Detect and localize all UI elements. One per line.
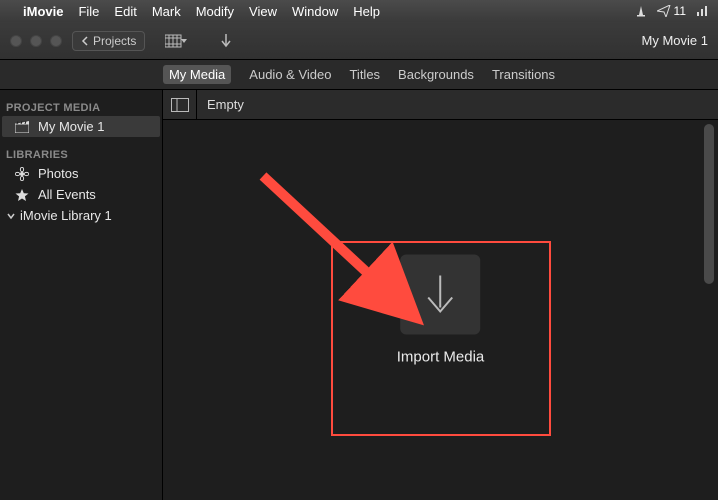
sidebar-item-imovie-library[interactable]: iMovie Library 1 xyxy=(0,205,162,226)
sidebar-item-my-movie[interactable]: My Movie 1 xyxy=(2,116,160,137)
section-project-media: PROJECT MEDIA xyxy=(0,98,162,116)
filmstrip-settings-icon[interactable] xyxy=(165,33,189,49)
window-traffic-lights[interactable] xyxy=(10,35,62,47)
status-bars-icon[interactable] xyxy=(696,5,710,17)
import-media-label: Import Media xyxy=(397,349,485,366)
main-panel: Empty Import Media xyxy=(163,90,718,500)
tab-titles[interactable]: Titles xyxy=(349,67,380,82)
window-title: My Movie 1 xyxy=(642,33,708,48)
menu-view[interactable]: View xyxy=(249,4,277,19)
projects-back-button[interactable]: Projects xyxy=(72,31,145,51)
library-tabbar: My Media Audio & Video Titles Background… xyxy=(0,60,718,90)
sidebar-item-label: Photos xyxy=(38,166,78,181)
chevron-down-icon xyxy=(6,211,16,221)
section-libraries: LIBRARIES xyxy=(0,145,162,163)
sidebar-toggle-button[interactable] xyxy=(163,90,197,119)
clapperboard-icon xyxy=(14,121,30,133)
imovie-window: Projects My Movie 1 My Media Audio & Vid… xyxy=(0,22,718,500)
chevron-left-icon xyxy=(81,36,89,46)
tab-transitions[interactable]: Transitions xyxy=(492,67,555,82)
photos-flower-icon xyxy=(14,167,30,181)
menu-help[interactable]: Help xyxy=(353,4,380,19)
tab-audio-video[interactable]: Audio & Video xyxy=(249,67,331,82)
browser-status: Empty xyxy=(197,97,244,112)
status-paper-plane-icon[interactable]: 11 xyxy=(657,4,686,18)
status-count: 11 xyxy=(674,4,686,18)
menu-mark[interactable]: Mark xyxy=(152,4,181,19)
import-arrow-icon[interactable] xyxy=(219,33,233,49)
import-media-icon xyxy=(400,255,480,335)
close-dot[interactable] xyxy=(10,35,22,47)
sidebar: PROJECT MEDIA My Movie 1 LIBRARIES Photo… xyxy=(0,90,163,500)
tab-my-media[interactable]: My Media xyxy=(163,65,231,84)
minimize-dot[interactable] xyxy=(30,35,42,47)
scrollbar-thumb[interactable] xyxy=(704,124,714,284)
menu-file[interactable]: File xyxy=(78,4,99,19)
projects-label: Projects xyxy=(93,34,136,48)
vlc-cone-icon[interactable] xyxy=(635,5,647,17)
menu-edit[interactable]: Edit xyxy=(114,4,136,19)
sidebar-item-label: My Movie 1 xyxy=(38,119,104,134)
browser-toolbar: Empty xyxy=(163,90,718,120)
menubar-app-name[interactable]: iMovie xyxy=(23,4,63,19)
menu-window[interactable]: Window xyxy=(292,4,338,19)
tab-backgrounds[interactable]: Backgrounds xyxy=(398,67,474,82)
sidebar-item-label: All Events xyxy=(38,187,96,202)
sidebar-item-all-events[interactable]: All Events xyxy=(0,184,162,205)
sidebar-item-photos[interactable]: Photos xyxy=(0,163,162,184)
star-icon xyxy=(14,188,30,202)
vertical-scrollbar[interactable] xyxy=(702,124,716,496)
import-media-dropzone[interactable]: Import Media xyxy=(397,255,485,366)
macos-menubar: iMovie File Edit Mark Modify View Window… xyxy=(0,0,718,22)
media-browser-canvas[interactable]: Import Media xyxy=(163,120,718,500)
window-titlebar: Projects My Movie 1 xyxy=(0,22,718,60)
menu-modify[interactable]: Modify xyxy=(196,4,234,19)
sidebar-item-label: iMovie Library 1 xyxy=(20,208,112,223)
zoom-dot[interactable] xyxy=(50,35,62,47)
